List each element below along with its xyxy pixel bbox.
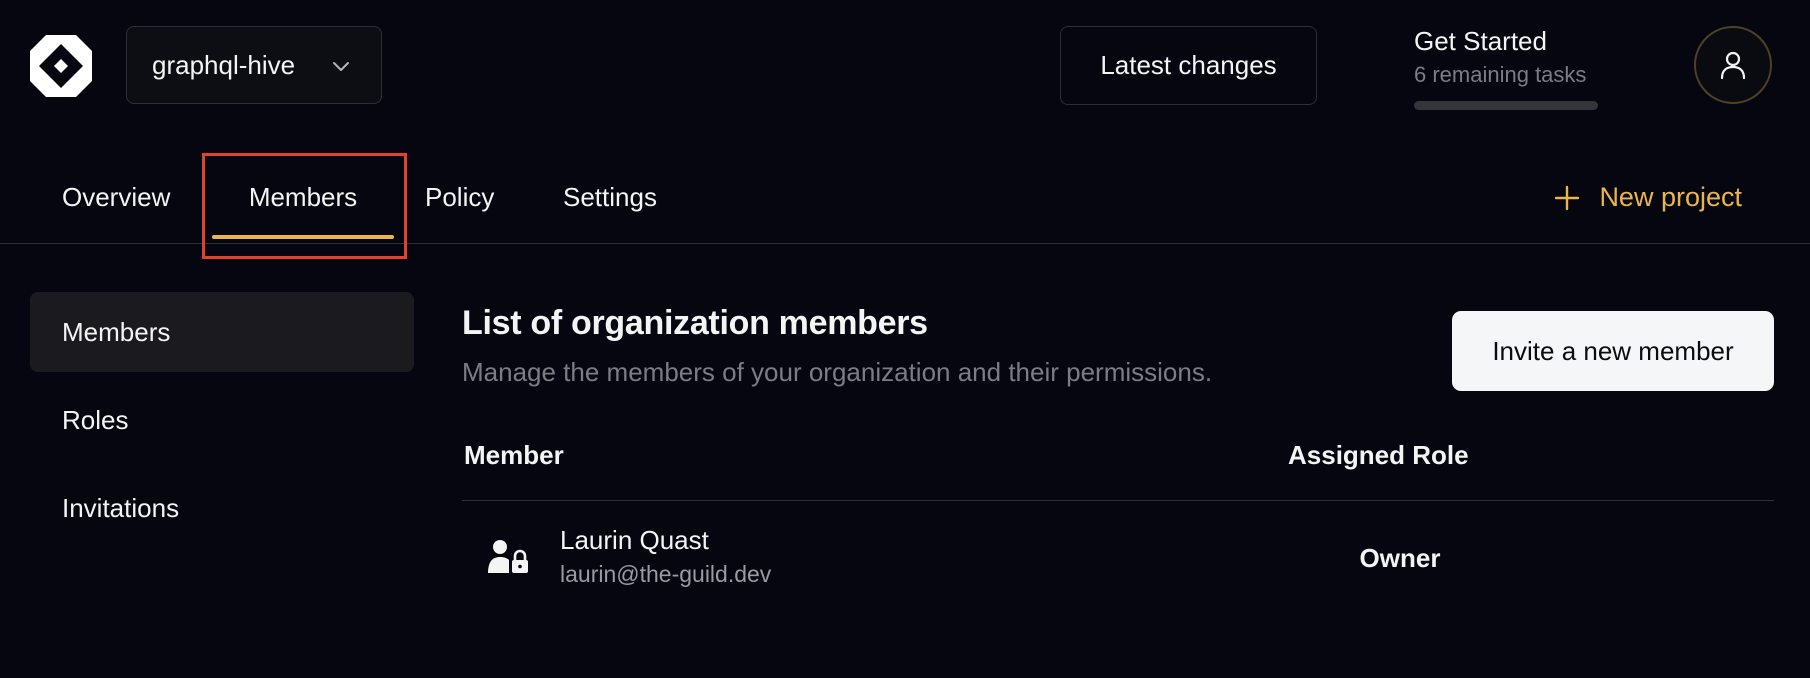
chevron-down-icon (333, 62, 349, 71)
invite-member-button[interactable]: Invite a new member (1452, 311, 1774, 391)
member-name: Laurin Quast (560, 525, 709, 555)
sidebar-item-label: Invitations (62, 492, 180, 523)
new-project-button[interactable]: New project (1553, 152, 1742, 243)
tab-overview[interactable]: Overview (62, 152, 170, 243)
new-project-label: New project (1599, 182, 1742, 212)
tab-policy[interactable]: Policy (425, 152, 494, 243)
sidebar-item-invitations[interactable]: Invitations (30, 468, 414, 548)
table-header: Member Assigned Role (462, 422, 1774, 501)
get-started-widget[interactable]: Get Started 6 remaining tasks (1414, 22, 1604, 112)
sidebar-item-label: Members (62, 316, 171, 347)
tab-label: Overview (62, 182, 171, 212)
latest-changes-button[interactable]: Latest changes (1060, 26, 1317, 105)
latest-changes-label: Latest changes (1100, 50, 1277, 80)
tab-label: Settings (563, 182, 657, 212)
page-subtitle: Manage the members of your organization … (462, 357, 1213, 387)
members-sidebar: Members Roles Invitations (30, 292, 414, 556)
hive-logo-icon[interactable] (28, 33, 94, 99)
active-tab-highlight-box (202, 153, 407, 259)
sidebar-item-roles[interactable]: Roles (30, 380, 414, 460)
column-header-member: Member (464, 439, 564, 470)
sidebar-item-members[interactable]: Members (30, 292, 414, 372)
page-title: List of organization members (462, 304, 928, 342)
user-lock-icon (488, 540, 528, 573)
sidebar-item-label: Roles (62, 404, 129, 435)
invite-member-label: Invite a new member (1492, 335, 1734, 366)
user-avatar-button[interactable] (1694, 26, 1772, 104)
member-email: laurin@the-guild.dev (560, 561, 772, 587)
column-header-assigned-role: Assigned Role (1288, 439, 1469, 470)
get-started-subtitle: 6 remaining tasks (1414, 62, 1587, 87)
organization-name: graphql-hive (152, 49, 296, 80)
members-table: Member Assigned Role Laurin Quast laurin… (462, 422, 1774, 621)
tab-settings[interactable]: Settings (563, 152, 657, 243)
user-icon (1720, 51, 1746, 80)
get-started-title: Get Started (1414, 26, 1547, 56)
member-role: Owner (1359, 543, 1441, 573)
get-started-progress-bar (1414, 101, 1598, 110)
plus-icon (1555, 185, 1580, 210)
tab-label: Policy (425, 182, 495, 212)
table-row: Laurin Quast laurin@the-guild.dev Owner (462, 501, 1774, 621)
organization-selector[interactable]: graphql-hive (126, 26, 382, 104)
